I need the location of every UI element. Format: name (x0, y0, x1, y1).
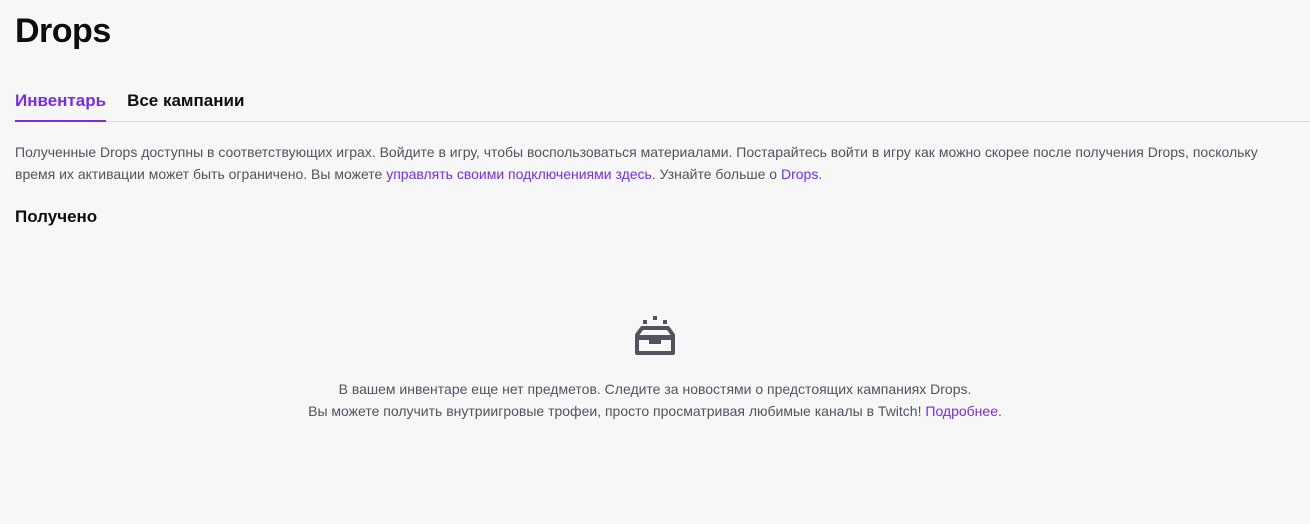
empty-inventory-state: В вашем инвентаре еще нет предметов. Сле… (0, 313, 1310, 422)
tab-all-campaigns[interactable]: Все кампании (127, 86, 244, 121)
tab-bar: Инвентарь Все кампании (15, 86, 1310, 122)
drops-info-link[interactable]: Drops (781, 166, 818, 182)
empty-state-line-1: В вашем инвентаре еще нет предметов. Сле… (338, 381, 972, 397)
tab-inventory[interactable]: Инвентарь (15, 86, 107, 122)
tab-all-campaigns-label: Все кампании (127, 91, 245, 110)
description-text-middle: . Узнайте больше о (651, 166, 781, 182)
empty-state-line-2-text: Вы можете получить внутриигровые трофеи,… (308, 403, 926, 419)
manage-connections-link[interactable]: управлять своими подключениями здесь (386, 166, 652, 182)
drops-description: Полученные Drops доступны в соответствую… (15, 141, 1285, 185)
tab-inventory-label: Инвентарь (15, 91, 107, 110)
claimed-section-title: Получено (15, 207, 98, 226)
empty-state-message: В вашем инвентаре еще нет предметов. Сле… (0, 378, 1310, 422)
empty-state-line-2: Вы можете получить внутриигровые трофеи,… (0, 400, 1310, 422)
description-text-end: . (818, 166, 823, 182)
inventory-box-icon (633, 313, 677, 357)
page-title: Drops (15, 12, 111, 50)
empty-state-line-2-end: . (997, 403, 1002, 419)
learn-more-link[interactable]: Подробнее (925, 403, 998, 419)
drops-page: Drops Инвентарь Все кампании Полученные … (0, 0, 1310, 524)
